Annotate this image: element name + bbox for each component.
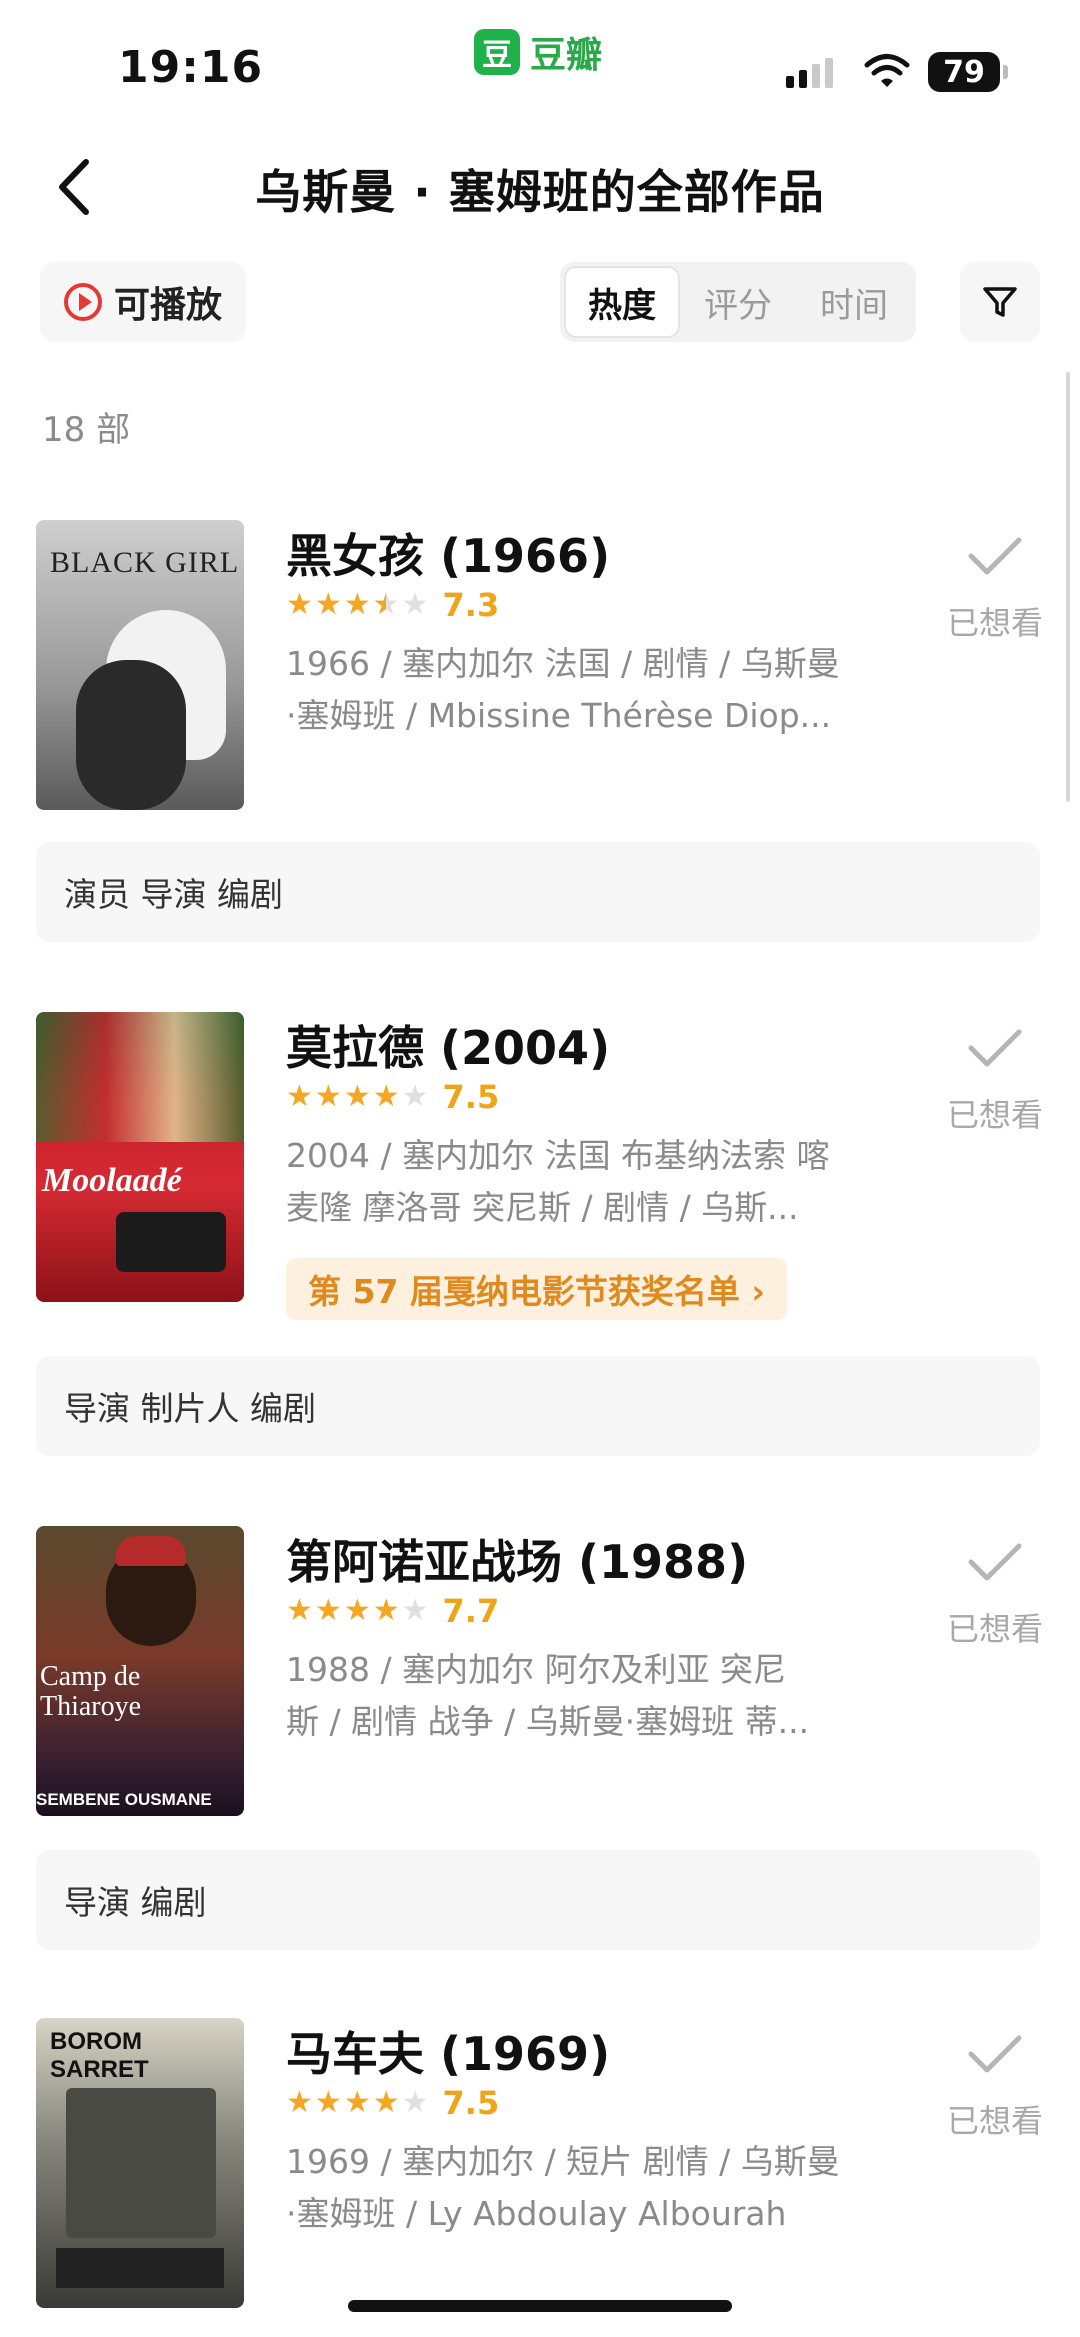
checkmark-icon xyxy=(968,2035,1022,2073)
want-to-watch-label: 已想看 xyxy=(946,604,1043,642)
movie-meta-line1: 1966 / 塞内加尔 法国 / 剧情 / 乌斯曼 xyxy=(286,644,840,683)
movie-meta-line1: 1969 / 塞内加尔 / 短片 剧情 / 乌斯曼 xyxy=(286,2142,840,2181)
roles-bar: 演员 导演 编剧 xyxy=(36,842,1040,942)
star-icon: ★ xyxy=(343,2085,371,2120)
movie-rating: ★ ★ ★ ★ ★ 7.7 xyxy=(286,1592,499,1630)
app-name: 豆瓣 xyxy=(530,35,603,76)
sort-segmented-control: 热度 评分 时间 xyxy=(560,262,916,342)
movie-meta-line1: 2004 / 塞内加尔 法国 布基纳法索 喀 xyxy=(286,1136,830,1175)
star-icon: ★ xyxy=(314,2085,342,2120)
movie-poster[interactable]: BLACK GIRL xyxy=(36,520,244,810)
star-icon: ★ xyxy=(286,1593,313,1628)
movie-score: 7.5 xyxy=(442,1078,500,1116)
works-count: 18 部 xyxy=(42,410,131,450)
star-icon: ★ xyxy=(372,2085,400,2120)
movie-score: 7.5 xyxy=(442,2084,500,2122)
movie-title[interactable]: 马车夫 (1969) xyxy=(286,2018,610,2084)
movie-meta: 1969 / 塞内加尔 / 短片 剧情 / 乌斯曼 ·塞姆班 / Ly Abdo… xyxy=(286,2136,886,2240)
want-to-watch-label: 已想看 xyxy=(946,2102,1043,2140)
star-icon: ★ xyxy=(372,1593,400,1628)
movie-meta: 2004 / 塞内加尔 法国 布基纳法索 喀 麦隆 摩洛哥 突尼斯 / 剧情 /… xyxy=(286,1130,886,1234)
home-indicator[interactable] xyxy=(348,2300,732,2312)
star-icon: ★ xyxy=(401,1079,429,1114)
star-icon: ★ xyxy=(314,587,342,622)
funnel-filter-icon xyxy=(983,287,1017,317)
want-to-watch-button[interactable]: 已想看 xyxy=(940,1026,1050,1136)
play-circle-icon xyxy=(64,283,102,321)
star-icon: ★ xyxy=(401,587,429,622)
playable-filter-button[interactable]: 可播放 xyxy=(40,262,246,342)
movie-meta: 1966 / 塞内加尔 法国 / 剧情 / 乌斯曼 ·塞姆班 / Mbissin… xyxy=(286,638,886,742)
award-badge[interactable]: 第 57 届戛纳电影节获奖名单 › xyxy=(286,1258,787,1320)
poster-credit: SEMBENE OUSMANE xyxy=(36,1790,212,1809)
star-icon: ★ xyxy=(314,1593,342,1628)
star-icon: ★ xyxy=(401,2085,429,2120)
checkmark-icon xyxy=(968,1029,1022,1067)
movie-poster[interactable]: Camp de Thiaroye SEMBENE OUSMANE xyxy=(36,1526,244,1816)
douban-app-icon: 豆 xyxy=(474,29,520,75)
movie-score: 7.7 xyxy=(442,1592,500,1630)
want-to-watch-button[interactable]: 已想看 xyxy=(940,1540,1050,1650)
star-icon: ★ xyxy=(343,1593,371,1628)
movie-rating: ★ ★ ★ ★ ★ 7.5 xyxy=(286,1078,499,1116)
movie-meta-line2: 麦隆 摩洛哥 突尼斯 / 剧情 / 乌斯... xyxy=(286,1188,799,1227)
sort-time-tab[interactable]: 时间 xyxy=(796,266,912,338)
star-icon: ★ xyxy=(286,587,313,622)
movie-title[interactable]: 第阿诺亚战场 (1988) xyxy=(286,1526,748,1592)
star-icon: ★ xyxy=(372,1079,400,1114)
movie-meta-line1: 1988 / 塞内加尔 阿尔及利亚 突尼 xyxy=(286,1650,787,1689)
star-rating: ★ ★ ★ ★ ★ xyxy=(286,1082,429,1112)
movie-meta: 1988 / 塞内加尔 阿尔及利亚 突尼 斯 / 剧情 战争 / 乌斯曼·塞姆班… xyxy=(286,1644,886,1748)
sort-popularity-tab[interactable]: 热度 xyxy=(564,266,680,338)
want-to-watch-label: 已想看 xyxy=(946,1096,1043,1134)
poster-title: Moolaadé xyxy=(42,1162,182,1199)
star-icon: ★ xyxy=(314,1079,342,1114)
star-icon: ★ xyxy=(286,2085,313,2120)
checkmark-icon xyxy=(968,1543,1022,1581)
star-rating: ★ ★ ★ ★ ★ xyxy=(286,1596,429,1626)
movie-rating: ★ ★ ★ ★ ★ 7.5 xyxy=(286,2084,499,2122)
cellular-signal-icon xyxy=(786,56,833,88)
scrollbar[interactable] xyxy=(1066,372,1070,802)
star-icon: ★ xyxy=(286,1079,313,1114)
star-icon: ★ xyxy=(343,587,371,622)
checkmark-icon xyxy=(968,537,1022,575)
want-to-watch-label: 已想看 xyxy=(946,1610,1043,1648)
page-title: 乌斯曼 · 塞姆班的全部作品 xyxy=(255,165,825,219)
wifi-icon xyxy=(864,54,910,87)
movie-meta-line2: ·塞姆班 / Ly Abdoulay Albourah xyxy=(286,2194,787,2233)
movie-poster[interactable]: BOROM SARRET xyxy=(36,2018,244,2308)
status-time: 19:16 xyxy=(118,42,264,93)
movie-title[interactable]: 莫拉德 (2004) xyxy=(286,1012,610,1078)
playable-label: 可播放 xyxy=(114,285,223,326)
poster-title: BOROM SARRET xyxy=(50,2028,149,2083)
movie-meta-line2: 斯 / 剧情 战争 / 乌斯曼·塞姆班 蒂... xyxy=(286,1702,810,1741)
filter-button[interactable] xyxy=(960,262,1040,342)
roles-bar: 导演 编剧 xyxy=(36,1850,1040,1950)
star-icon: ★ xyxy=(373,590,400,621)
movie-title[interactable]: 黑女孩 (1966) xyxy=(286,520,610,586)
movie-meta-line2: ·塞姆班 / Mbissine Thérèse Diop... xyxy=(286,696,832,735)
star-icon: ★ xyxy=(401,1593,429,1628)
app-label: 豆 豆瓣 xyxy=(474,28,602,76)
want-to-watch-button[interactable]: 已想看 xyxy=(940,2032,1050,2142)
roles-bar: 导演 制片人 编剧 xyxy=(36,1356,1040,1456)
sort-rating-tab[interactable]: 评分 xyxy=(680,266,796,338)
movie-score: 7.3 xyxy=(442,586,500,624)
movie-poster[interactable]: Moolaadé xyxy=(36,1012,244,1302)
nav-header: 乌斯曼 · 塞姆班的全部作品 xyxy=(0,130,1080,240)
poster-title: Camp de Thiaroye xyxy=(40,1661,142,1722)
movie-rating: ★★★★★ 7.3 xyxy=(286,586,499,624)
want-to-watch-button[interactable]: 已想看 xyxy=(940,534,1050,644)
star-rating: ★ ★ ★ ★ ★ xyxy=(286,587,429,622)
battery-indicator: 79 xyxy=(928,52,1008,92)
star-icon: ★ xyxy=(343,1079,371,1114)
status-bar: 19:16 豆 豆瓣 79 xyxy=(0,0,1080,120)
star-rating: ★ ★ ★ ★ ★ xyxy=(286,2088,429,2118)
poster-title: BLACK GIRL xyxy=(50,546,240,579)
